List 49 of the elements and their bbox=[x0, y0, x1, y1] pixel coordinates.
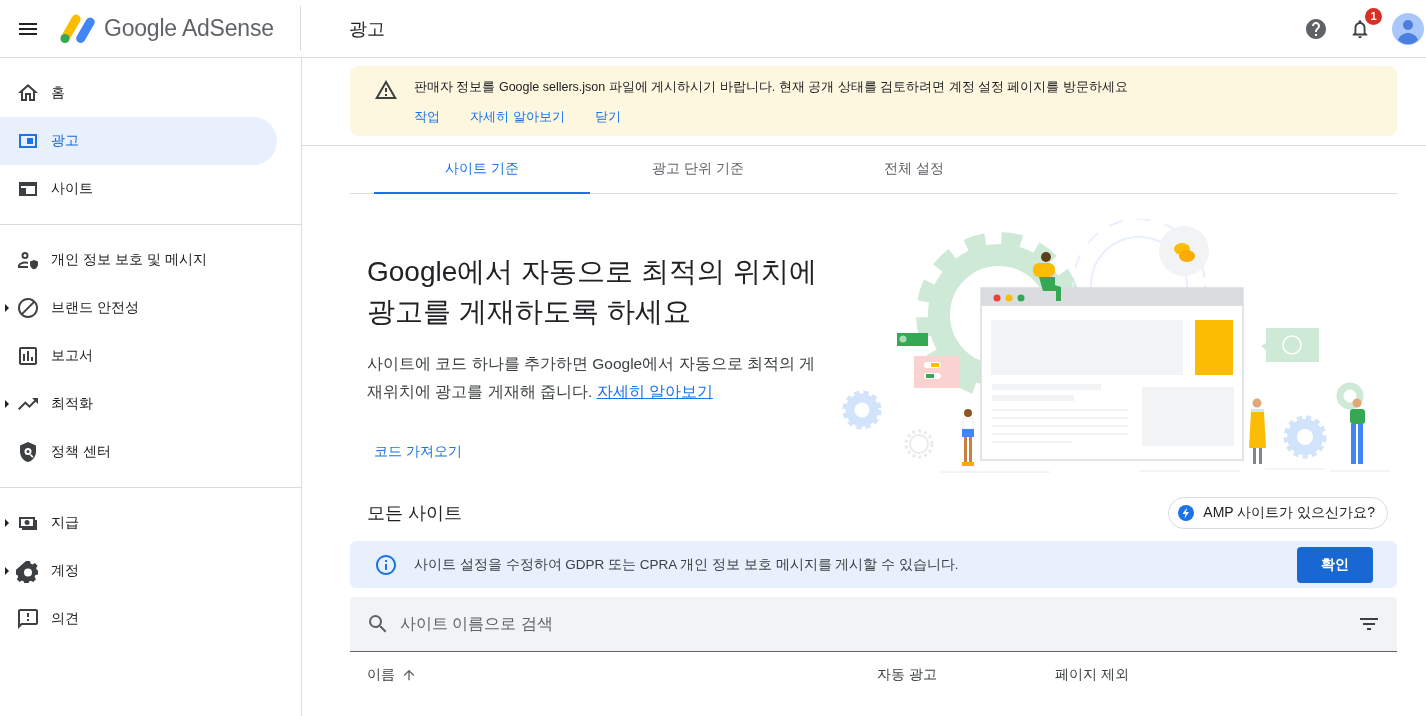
sidebar-item[interactable]: 보고서 bbox=[0, 332, 277, 380]
tab[interactable]: 광고 단위 기준 bbox=[590, 146, 806, 194]
sidebar-item[interactable]: 지급 bbox=[0, 499, 277, 547]
banner-link[interactable]: 닫기 bbox=[594, 108, 621, 126]
search-input[interactable]: 사이트 이름으로 검색 bbox=[398, 614, 1349, 634]
learn-more-link[interactable]: 자세히 알아보기 bbox=[596, 383, 713, 400]
expand-caret-icon[interactable] bbox=[5, 567, 9, 575]
report-icon bbox=[16, 344, 40, 368]
banner-link[interactable]: 작업 bbox=[414, 108, 440, 126]
expand-caret-icon[interactable] bbox=[5, 400, 9, 408]
section-title: 모든 사이트 bbox=[367, 502, 462, 525]
settings-icon bbox=[16, 559, 40, 583]
notification-badge: 1 bbox=[1365, 7, 1382, 25]
avatar-icon[interactable] bbox=[1392, 12, 1424, 45]
search-field[interactable]: 사이트 이름으로 검색 bbox=[350, 597, 1397, 652]
sidebar-item[interactable]: 의견 bbox=[0, 595, 277, 643]
sidebar-item[interactable]: 개인 정보 보호 및 메시지 bbox=[0, 236, 277, 284]
banner-link[interactable]: 자세히 알아보기 bbox=[470, 108, 565, 126]
column-header[interactable]: 자동 광고 bbox=[877, 666, 937, 684]
help-button[interactable] bbox=[1304, 16, 1328, 41]
column-header[interactable]: 페이지 제외 bbox=[1055, 666, 1129, 684]
sidebar-item[interactable]: 계정 bbox=[0, 547, 277, 595]
confirm-button[interactable]: 확인 bbox=[1297, 546, 1373, 583]
sidebar-item[interactable]: 사이트 bbox=[0, 165, 277, 213]
bolt-icon bbox=[1177, 504, 1196, 522]
expand-caret-icon[interactable] bbox=[5, 519, 9, 527]
tab[interactable]: 전체 설정 bbox=[806, 146, 1022, 194]
product-name: Google AdSense bbox=[104, 15, 274, 42]
warning-icon bbox=[374, 78, 398, 102]
sidebar-item[interactable]: 최적화 bbox=[0, 380, 277, 428]
sidebar-item[interactable]: 광고 bbox=[0, 117, 277, 165]
column-header[interactable]: 이름 bbox=[367, 666, 395, 684]
get-code-button[interactable]: 코드 가져오기 bbox=[367, 434, 469, 470]
sort-arrow-icon[interactable] bbox=[401, 667, 417, 683]
hero-description: 사이트에 코드 하나를 추가하면 Google에서 자동으로 최적의 게재위치에 광고를 게재해 줍니다. 자세히 알아보기 bbox=[367, 354, 817, 402]
sidebar-item[interactable]: 브랜드 안전성 bbox=[0, 284, 277, 332]
info-message: 사이트 설정을 수정하여 GDPR 또는 CPRA 개인 정보 보호 메시지를 게시할 수 있습니다. bbox=[414, 555, 960, 574]
banner-message: 판매자 정보를 Google sellers.json 파일에 게시하시기 바랍니다. 현재 공개 상태를 검토하려면 계정 설정 페이지를 방문하세요 bbox=[414, 79, 1128, 96]
logo-icon bbox=[59, 13, 95, 44]
feedback-icon bbox=[16, 607, 40, 631]
amp-button[interactable]: AMP 사이트가 있으신가요? bbox=[1168, 497, 1388, 529]
info-icon bbox=[374, 552, 398, 577]
hero-heading: Google에서 자동으로 최적의 위치에 광고를 게재하도록 하세요 bbox=[367, 255, 818, 329]
sidebar-item[interactable]: 홈 bbox=[0, 69, 277, 117]
tab[interactable]: 사이트 기준 bbox=[374, 146, 590, 194]
expand-caret-icon[interactable] bbox=[5, 304, 9, 312]
page-title: 광고 bbox=[349, 17, 385, 41]
block-icon bbox=[16, 296, 40, 320]
sidebar-item[interactable]: 정책 센터 bbox=[0, 428, 277, 476]
